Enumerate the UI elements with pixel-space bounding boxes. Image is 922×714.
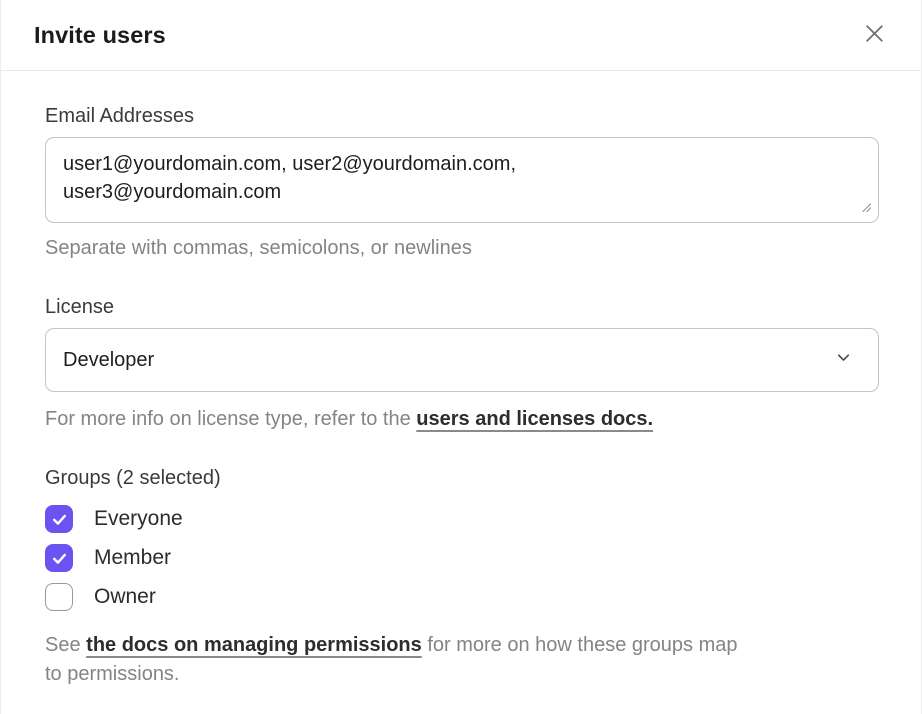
groups-helper-text: See the docs on managing permissions for… <box>45 631 877 689</box>
groups-helper-line2: to permissions. <box>45 663 180 685</box>
group-option-label: Member <box>94 546 171 570</box>
group-option-everyone[interactable]: Everyone <box>45 505 877 533</box>
check-icon <box>51 511 68 528</box>
email-helper-text: Separate with commas, semicolons, or new… <box>45 234 877 263</box>
group-option-owner[interactable]: Owner <box>45 583 877 611</box>
groups-section: Groups (2 selected) Everyone <box>45 466 877 689</box>
checkbox-everyone[interactable] <box>45 505 73 533</box>
users-licenses-docs-link[interactable]: users and licenses docs. <box>416 408 653 430</box>
license-section: License Developer For more info on licen… <box>45 295 877 434</box>
license-helper-text: For more info on license type, refer to … <box>45 405 877 434</box>
modal-body: Email Addresses user1@yourdomain.com, us… <box>1 71 921 689</box>
group-option-member[interactable]: Member <box>45 544 877 572</box>
checkbox-member[interactable] <box>45 544 73 572</box>
modal-header: Invite users <box>1 0 921 71</box>
email-addresses-label: Email Addresses <box>45 104 877 128</box>
groups-list: Everyone Member Ow <box>45 505 877 611</box>
close-icon <box>862 21 887 49</box>
group-option-label: Owner <box>94 585 156 609</box>
groups-label: Groups (2 selected) <box>45 466 877 490</box>
license-selected-value: Developer <box>63 349 154 372</box>
close-button[interactable] <box>858 19 890 51</box>
invite-users-modal: Invite users Email Addresses user1@yourd… <box>0 0 922 714</box>
group-option-label: Everyone <box>94 507 183 531</box>
license-select[interactable]: Developer <box>45 328 879 392</box>
groups-helper-prefix: See <box>45 634 86 656</box>
checkbox-owner[interactable] <box>45 583 73 611</box>
email-section: Email Addresses user1@yourdomain.com, us… <box>45 104 877 263</box>
license-helper-prefix: For more info on license type, refer to … <box>45 408 416 430</box>
email-addresses-input[interactable]: user1@yourdomain.com, user2@yourdomain.c… <box>45 137 879 223</box>
chevron-down-icon <box>835 349 852 371</box>
check-icon <box>51 550 68 567</box>
groups-helper-suffix: for more on how these groups map <box>422 634 738 656</box>
managing-permissions-docs-link[interactable]: the docs on managing permissions <box>86 634 422 656</box>
modal-title: Invite users <box>34 22 166 49</box>
license-label: License <box>45 295 877 319</box>
